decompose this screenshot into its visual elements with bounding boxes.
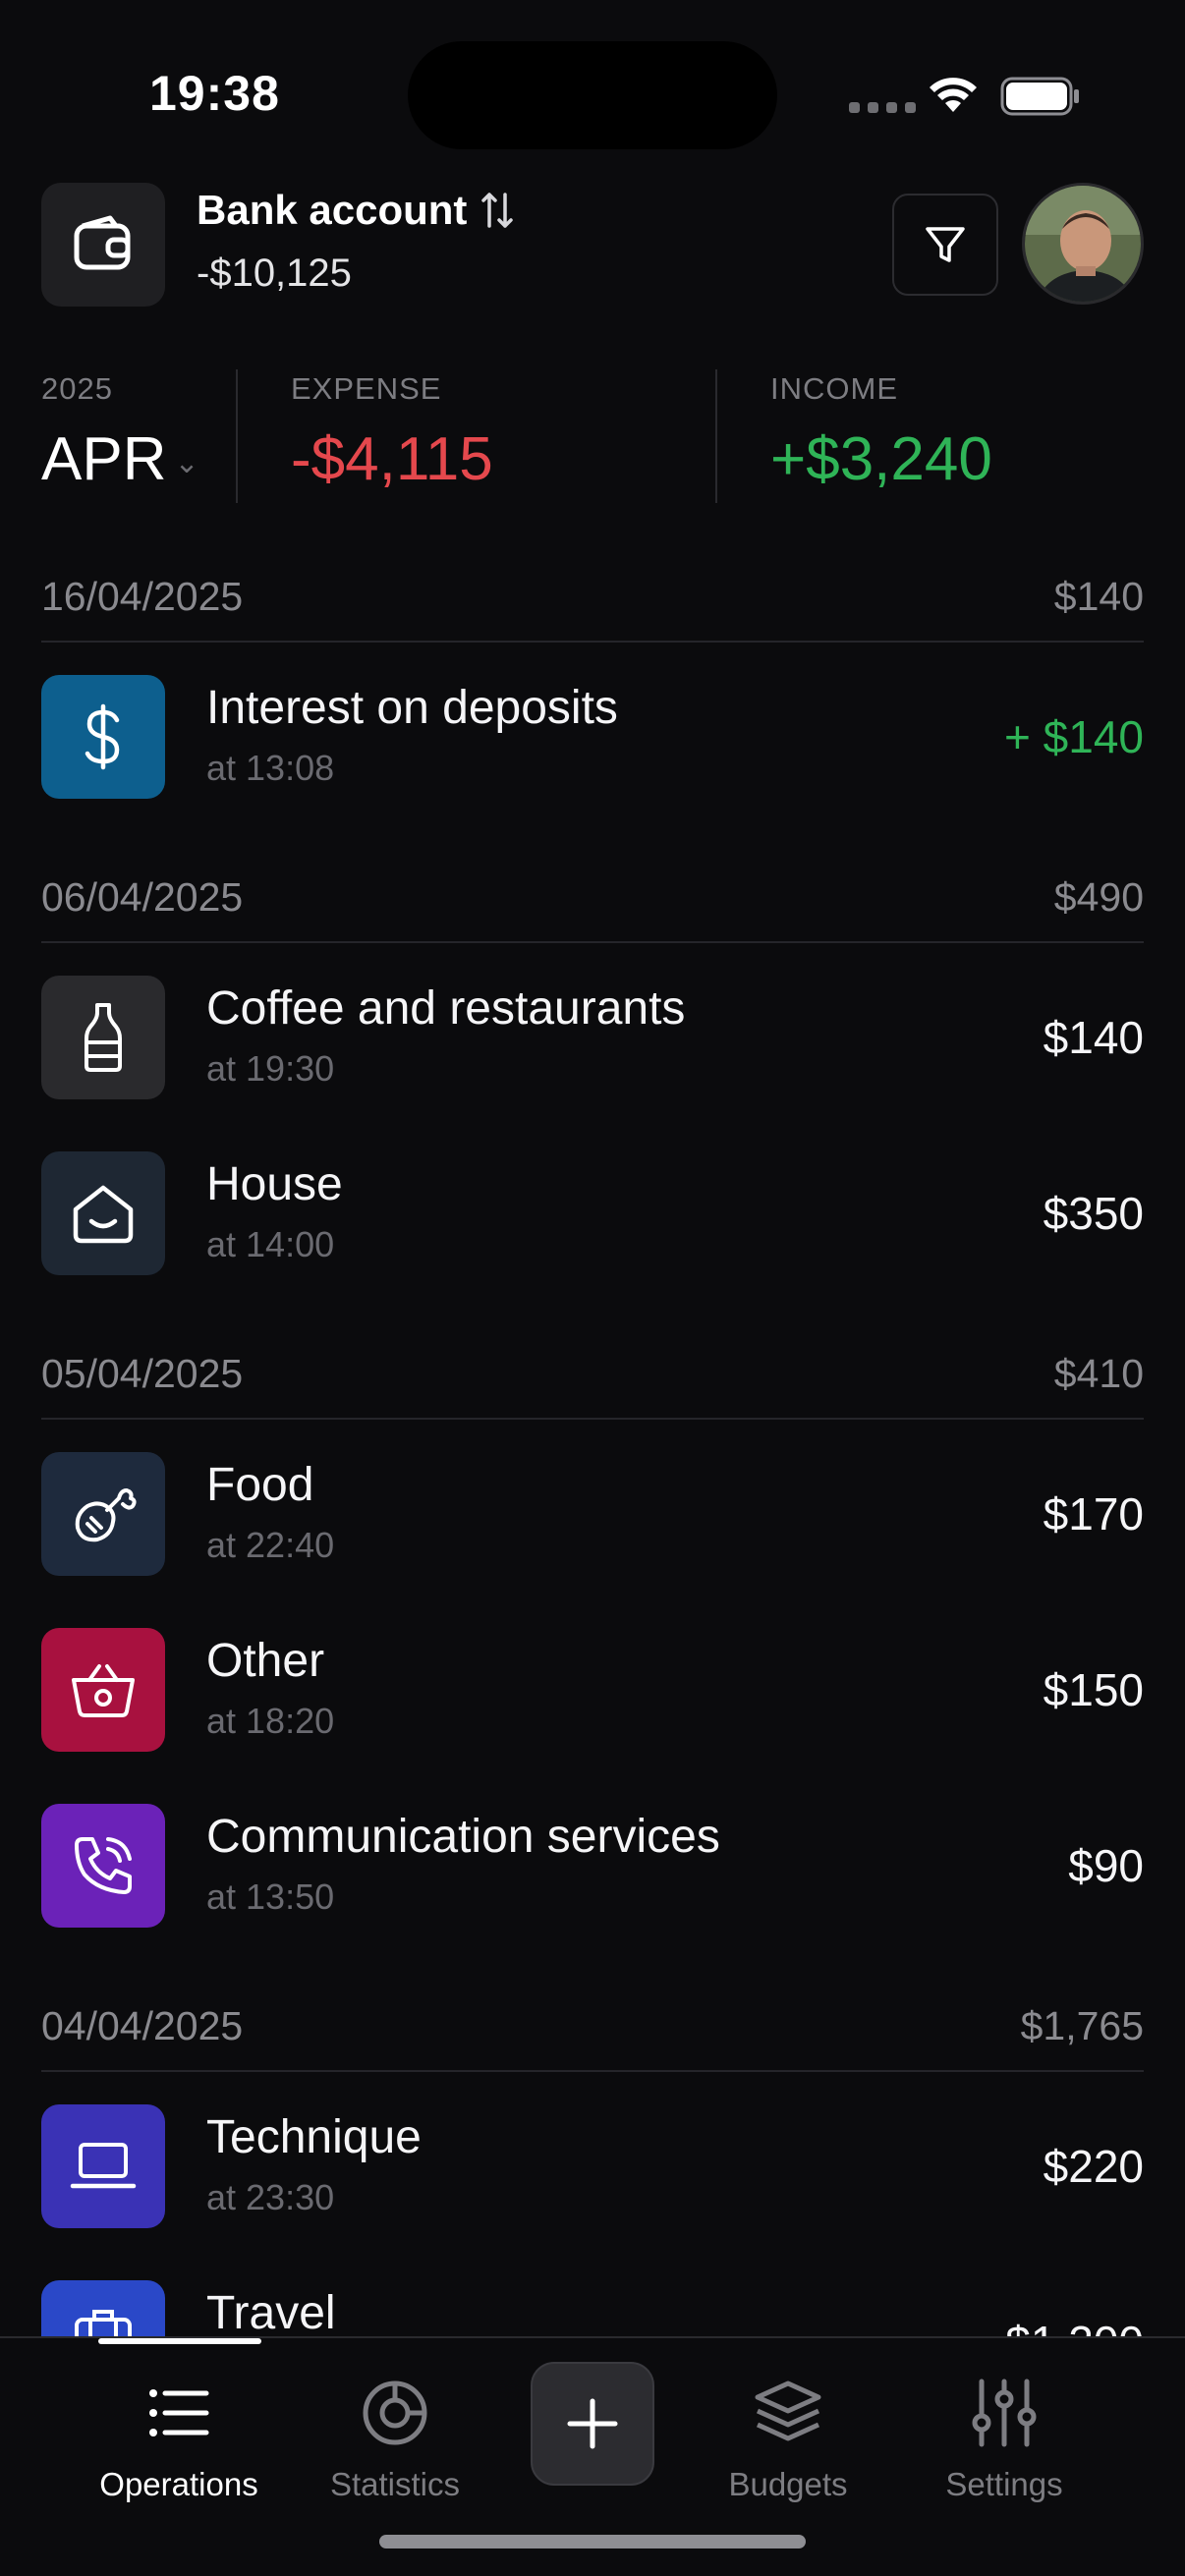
account-switcher[interactable]: Bank account [197, 187, 514, 234]
transaction-row[interactable]: Other at 18:20 $150 [41, 1628, 1144, 1752]
active-tab-indicator [98, 2338, 261, 2344]
transaction-title: House [206, 1158, 343, 1210]
month-selector[interactable]: APR ⌄ [41, 424, 199, 494]
status-bar: 19:38 [0, 0, 1185, 167]
transaction-time: at 18:20 [206, 1701, 335, 1741]
wifi-icon [930, 78, 977, 112]
transaction-row[interactable]: Technique at 23:30 $220 [41, 2104, 1144, 2228]
house-icon [41, 1151, 165, 1275]
transaction-amount: $90 [1068, 1840, 1144, 1891]
date-section-header: 04/04/2025 $1,765 [41, 1982, 1144, 2072]
transaction-amount: $220 [1043, 2141, 1144, 2192]
income-label: INCOME [770, 371, 898, 406]
month-value: APR [41, 425, 167, 493]
layers-icon [749, 2374, 827, 2452]
filter-button[interactable] [892, 194, 998, 296]
sliders-icon [965, 2374, 1044, 2452]
status-time: 19:38 [149, 66, 280, 121]
divider [715, 369, 717, 503]
period-summary: 2025 APR ⌄ EXPENSE -$4,115 INCOME +$3,24… [0, 364, 1185, 511]
expense-value: -$4,115 [291, 425, 493, 493]
divider [236, 369, 238, 503]
tab-operations[interactable]: Operations [81, 2374, 277, 2531]
phone-icon [41, 1804, 165, 1928]
tab-label: Operations [99, 2466, 258, 2502]
date-section-header: 06/04/2025 $490 [41, 853, 1144, 943]
section-date: 04/04/2025 [41, 2002, 244, 2048]
home-indicator[interactable] [379, 2535, 806, 2548]
transaction-title: Coffee and restaurants [206, 982, 686, 1035]
transaction-row[interactable]: Communication services at 13:50 $90 [41, 1804, 1144, 1928]
transaction-time: at 22:40 [206, 1525, 335, 1565]
bottle-icon [41, 976, 165, 1099]
chevron-down-icon: ⌄ [174, 447, 199, 479]
account-name: Bank account [197, 187, 468, 233]
transaction-amount: $350 [1043, 1188, 1144, 1239]
transaction-time: at 19:30 [206, 1048, 335, 1089]
section-date: 06/04/2025 [41, 873, 244, 920]
dynamic-island [408, 41, 777, 149]
section-total: $410 [1053, 1350, 1144, 1396]
swap-arrows-icon [481, 193, 514, 228]
transaction-title: Other [206, 1635, 325, 1687]
wallet-icon [74, 215, 131, 270]
list-icon [140, 2374, 218, 2452]
transaction-title: Interest on deposits [206, 682, 618, 734]
transaction-time: at 23:30 [206, 2177, 335, 2217]
chart-pie-icon [356, 2374, 434, 2452]
transaction-time: at 13:50 [206, 1876, 335, 1917]
laptop-icon [41, 2104, 165, 2228]
transaction-row[interactable]: Coffee and restaurants at 19:30 $140 [41, 976, 1144, 1099]
transaction-title: Travel [206, 2287, 336, 2339]
tab-settings[interactable]: Settings [906, 2374, 1102, 2531]
wallet-button[interactable] [41, 183, 165, 307]
plus-icon [567, 2398, 618, 2449]
tab-budgets[interactable]: Budgets [690, 2374, 886, 2531]
transaction-title: Food [206, 1459, 314, 1511]
tab-label: Budgets [728, 2466, 848, 2502]
cellular-signal-icon [849, 102, 916, 113]
transaction-amount: $150 [1043, 1664, 1144, 1715]
avatar[interactable] [1022, 183, 1144, 305]
transaction-row[interactable]: House at 14:00 $350 [41, 1151, 1144, 1275]
transaction-title: Communication services [206, 1811, 720, 1863]
section-total: $490 [1053, 873, 1144, 920]
transaction-time: at 13:08 [206, 748, 335, 788]
transaction-row[interactable]: Interest on deposits at 13:08 + $140 [41, 675, 1144, 799]
tab-statistics[interactable]: Statistics [297, 2374, 493, 2531]
section-total: $140 [1053, 573, 1144, 619]
transaction-row[interactable]: Food at 22:40 $170 [41, 1452, 1144, 1576]
transaction-title: Technique [206, 2111, 422, 2163]
date-section-header: 05/04/2025 $410 [41, 1329, 1144, 1420]
year-label: 2025 [41, 371, 113, 406]
tab-label: Settings [945, 2466, 1063, 2502]
account-balance: -$10,125 [197, 252, 352, 295]
expense-label: EXPENSE [291, 371, 442, 406]
income-value: +$3,240 [770, 425, 992, 493]
section-total: $1,765 [1020, 2002, 1144, 2048]
section-date: 16/04/2025 [41, 573, 244, 619]
date-section-header: 16/04/2025 $140 [41, 552, 1144, 643]
transaction-time: at 14:00 [206, 1224, 335, 1264]
filter-icon [926, 227, 965, 262]
battery-icon [1000, 77, 1079, 116]
basket-icon [41, 1628, 165, 1752]
add-transaction-button[interactable] [531, 2362, 654, 2486]
transaction-amount: $140 [1043, 1012, 1144, 1063]
section-date: 05/04/2025 [41, 1350, 244, 1396]
transaction-amount: $170 [1043, 1488, 1144, 1540]
dollar-icon [41, 675, 165, 799]
tab-label: Statistics [329, 2466, 461, 2502]
drumstick-icon [41, 1452, 165, 1576]
transaction-amount: + $140 [1004, 711, 1144, 762]
avatar-photo [1025, 186, 1141, 302]
